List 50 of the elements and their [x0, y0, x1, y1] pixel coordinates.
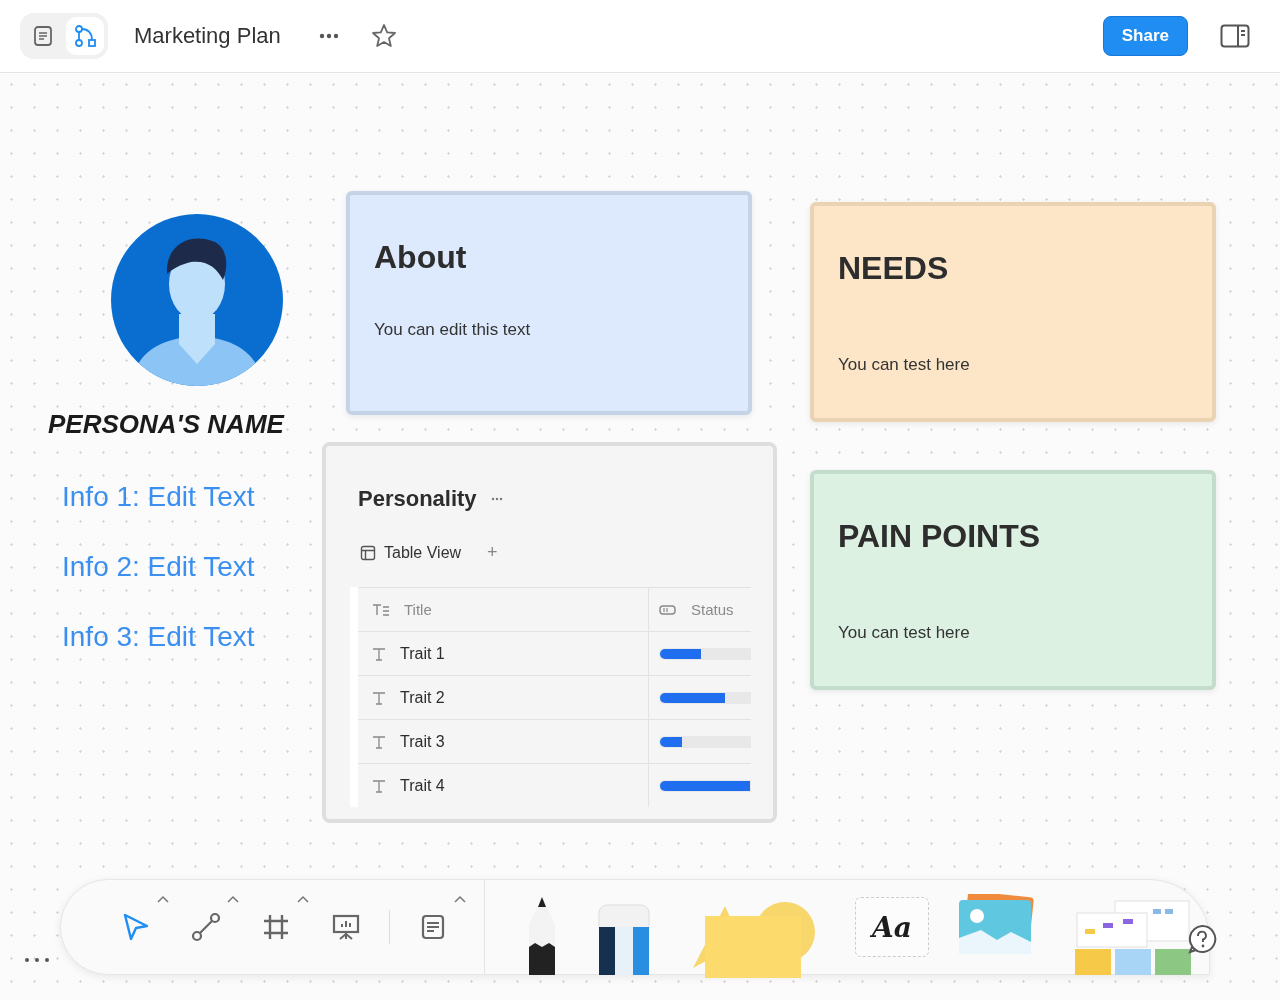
table-view-tab[interactable]: Table View [360, 543, 462, 562]
presentation-icon[interactable] [331, 912, 361, 942]
whiteboard-view-tab[interactable] [66, 17, 104, 55]
more-icon[interactable] [24, 957, 50, 963]
caret-icon[interactable] [297, 895, 309, 903]
note-text: You can edit this text [374, 320, 531, 339]
table-cell: Trait 3 [358, 720, 648, 763]
persona-name: PERSONA'S NAME [48, 409, 284, 440]
column-header[interactable]: Title [358, 588, 648, 631]
sidebar-toggle-icon[interactable] [1220, 24, 1250, 48]
database-title: Personality [358, 486, 477, 512]
eraser-icon[interactable] [597, 903, 651, 975]
table-cell: Trait 2 [358, 676, 648, 719]
table-cell: Trait 4 [358, 764, 648, 807]
caret-icon[interactable] [157, 895, 169, 903]
star-icon[interactable] [370, 23, 397, 49]
note-title: NEEDS [838, 250, 950, 287]
info-link[interactable]: Info 3: Edit Text [62, 621, 255, 653]
document-icon[interactable] [32, 25, 54, 47]
note-text: You can test here [838, 355, 970, 374]
text-type-icon [372, 778, 386, 793]
help-icon[interactable] [1187, 924, 1217, 954]
document-title: Marketing Plan [134, 23, 281, 49]
sticky-note[interactable]: NEEDS You can test here [810, 202, 1216, 422]
column-header[interactable]: Status [648, 588, 751, 631]
sticky-note[interactable]: PAIN POINTS You can test here [810, 470, 1216, 690]
more-icon[interactable] [490, 497, 503, 501]
more-icon[interactable] [318, 33, 339, 39]
table-icon [360, 544, 376, 561]
text-type-icon [372, 646, 386, 661]
text-type-icon [372, 734, 386, 749]
add-view-button[interactable]: + [487, 542, 498, 563]
note-text: You can test here [838, 623, 970, 642]
note-title: About [374, 239, 468, 276]
note-title: PAIN POINTS [838, 518, 1042, 555]
info-link[interactable]: Info 2: Edit Text [62, 551, 255, 583]
table-cell: Trait 1 [358, 632, 648, 675]
caret-icon[interactable] [227, 895, 239, 903]
text-type-icon [372, 690, 386, 705]
share-button[interactable]: Share [1102, 16, 1188, 56]
sticky-note[interactable]: About You can edit this text [346, 191, 752, 415]
info-link[interactable]: Info 1: Edit Text [62, 481, 255, 513]
text-type-icon [372, 602, 390, 617]
caret-icon[interactable] [454, 895, 466, 903]
status-type-icon [659, 602, 677, 617]
line-icon[interactable] [191, 912, 221, 942]
frame-icon[interactable] [261, 912, 291, 942]
text-tool[interactable]: Aa [855, 897, 929, 957]
pointer-icon[interactable] [121, 912, 151, 942]
flowchart-icon[interactable] [73, 24, 97, 48]
